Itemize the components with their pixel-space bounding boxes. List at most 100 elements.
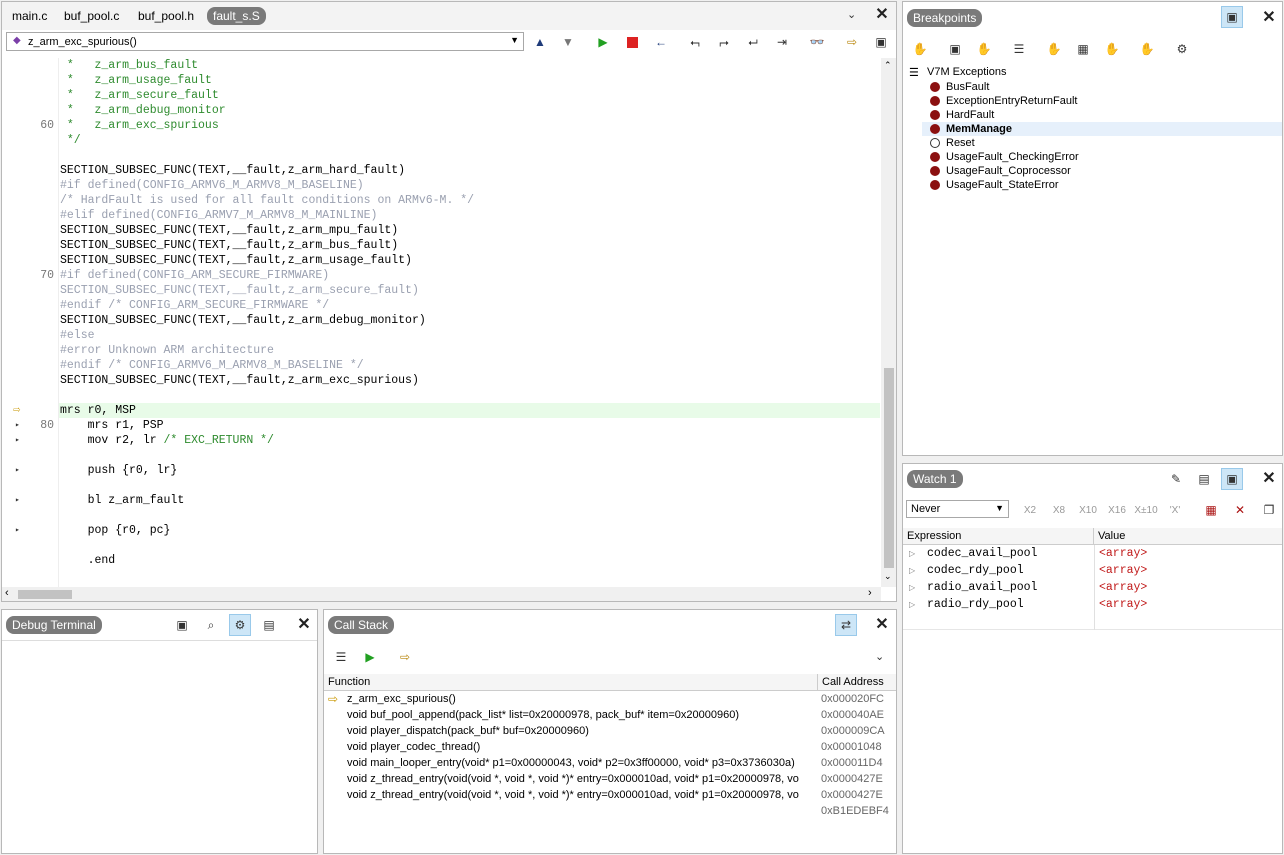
breakpoint-dot-icon[interactable] [930, 180, 940, 190]
editor-vertical-scrollbar[interactable]: ⌃ ⌄ [881, 58, 896, 587]
format-button[interactable]: X8 [1046, 499, 1072, 521]
editor-close-icon[interactable]: ✕ [874, 7, 890, 23]
code-line[interactable]: * z_arm_bus_fault [60, 58, 198, 73]
code-line[interactable]: pop {r0, pc} [60, 523, 171, 538]
bp-disable-icon[interactable]: ✋ [973, 38, 995, 60]
code-line[interactable]: #if defined(CONFIG_ARMV6_M_ARMV8_M_BASEL… [60, 178, 364, 193]
step-out-icon[interactable]: ⮠ [742, 31, 764, 53]
step-into-icon[interactable]: ⮢ [684, 31, 706, 53]
scroll-left-icon[interactable]: ‹ [5, 587, 9, 599]
callstack-goto-icon[interactable]: ⇨ [394, 646, 416, 668]
step-marker-icon[interactable]: ▸ [15, 463, 25, 478]
bp-settings-icon[interactable]: ⚙ [1171, 38, 1193, 60]
breakpoints-pin-icon[interactable]: ▣ [1221, 6, 1243, 28]
bp-properties-icon[interactable]: ☰ [1008, 38, 1030, 60]
expand-arrow-icon[interactable]: ▷ [909, 546, 915, 562]
show-next-statement-icon[interactable]: ⇨ [841, 31, 863, 53]
breakpoint-item[interactable]: HardFault [946, 108, 994, 122]
code-line[interactable]: bl z_arm_fault [60, 493, 185, 508]
scroll-up-icon[interactable]: ⌃ [884, 60, 892, 71]
call-stack-row[interactable]: void main_looper_entry(void* p1=0x000000… [324, 755, 896, 771]
tab-main-c[interactable]: main.c [6, 7, 53, 25]
format-button[interactable]: X±10 [1133, 499, 1159, 521]
code-area[interactable]: * z_arm_bus_fault * z_arm_usage_fault * … [2, 58, 880, 587]
callstack-pin-icon[interactable]: ⇄ [835, 614, 857, 636]
breakpoint-item[interactable]: ExceptionEntryReturnFault [946, 94, 1077, 108]
watch-row[interactable]: ▷ codec_avail_pool <array> [903, 546, 1282, 563]
col-function[interactable]: Function [324, 674, 818, 691]
code-line[interactable]: mov r2, lr /* EXC_RETURN */ [60, 433, 274, 448]
code-line[interactable]: SECTION_SUBSEC_FUNC(TEXT,__fault,z_arm_u… [60, 253, 412, 268]
breakpoint-dot-icon[interactable] [930, 152, 940, 162]
expand-arrow-icon[interactable]: ▷ [909, 563, 915, 579]
format-button[interactable]: X2 [1017, 499, 1043, 521]
watch-row[interactable]: ▷ codec_rdy_pool <array> [903, 563, 1282, 580]
prev-function-icon[interactable]: ▲ [529, 31, 551, 53]
bp-delete-icon[interactable]: ✋ [1043, 38, 1065, 60]
code-line[interactable]: SECTION_SUBSEC_FUNC(TEXT,__fault,z_arm_s… [60, 283, 419, 298]
watch-copy-icon[interactable]: ❐ [1258, 499, 1280, 521]
breakpoint-dot-icon[interactable] [930, 96, 940, 106]
call-stack-row[interactable]: ⇨ z_arm_exc_spurious() 0x000020FC [324, 691, 896, 707]
terminal-log-icon[interactable]: ▤ [258, 614, 280, 636]
code-line[interactable]: SECTION_SUBSEC_FUNC(TEXT,__fault,z_arm_d… [60, 313, 426, 328]
bp-toggle-icon[interactable]: ✋ [1101, 38, 1123, 60]
callstack-properties-icon[interactable]: ☰ [330, 646, 352, 668]
run-to-cursor-icon[interactable]: ⇥ [771, 31, 793, 53]
scroll-right-icon[interactable]: › [868, 587, 872, 599]
run-icon[interactable]: ▶ [592, 31, 614, 53]
col-expression[interactable]: Expression [903, 528, 1094, 545]
scroll-down-icon[interactable]: ⌄ [884, 571, 892, 582]
code-line[interactable]: mrs r1, PSP [60, 418, 164, 433]
breakpoint-item[interactable]: MemManage [946, 122, 1012, 136]
terminal-settings-icon[interactable]: ⚙ [229, 614, 251, 636]
callstack-more-chevron-icon[interactable]: ⌄ [875, 650, 884, 663]
code-line[interactable]: #endif /* CONFIG_ARMV6_M_ARMV8_M_BASELIN… [60, 358, 364, 373]
code-line[interactable]: SECTION_SUBSEC_FUNC(TEXT,__fault,z_arm_e… [60, 373, 419, 388]
tab-fault-s[interactable]: fault_s.S [207, 7, 266, 25]
watch-add-icon[interactable]: ✎ [1165, 468, 1187, 490]
callstack-close-icon[interactable]: ✕ [874, 617, 890, 633]
next-function-icon[interactable]: ▼ [557, 31, 579, 53]
breakpoint-dot-icon[interactable] [930, 138, 940, 148]
hscrollbar-thumb[interactable] [18, 590, 72, 599]
code-line[interactable]: #if defined(CONFIG_ARM_SECURE_FIRMWARE) [60, 268, 329, 283]
tabs-overflow-chevron-icon[interactable]: ⌄ [847, 8, 856, 21]
stop-icon[interactable] [621, 31, 643, 53]
code-line[interactable]: #endif /* CONFIG_ARM_SECURE_FIRMWARE */ [60, 298, 329, 313]
code-line[interactable]: #elif defined(CONFIG_ARMV7_M_ARMV8_M_MAI… [60, 208, 377, 223]
format-button[interactable]: X10 [1075, 499, 1101, 521]
step-marker-icon[interactable]: ▸ [15, 523, 25, 538]
col-call-address[interactable]: Call Address [818, 674, 896, 691]
watch-mode-select[interactable]: Never ▼ [906, 500, 1009, 518]
callstack-run-icon[interactable]: ▶ [359, 646, 381, 668]
tab-buf-pool-c[interactable]: buf_pool.c [58, 7, 125, 25]
code-line[interactable]: mrs r0, MSP [60, 403, 136, 418]
watch-delete-icon[interactable]: ✕ [1229, 499, 1251, 521]
call-stack-row[interactable]: void z_thread_entry(void(void *, void *,… [324, 771, 896, 787]
code-line[interactable]: SECTION_SUBSEC_FUNC(TEXT,__fault,z_arm_b… [60, 238, 398, 253]
step-marker-icon[interactable]: ▸ [15, 493, 25, 508]
breakpoint-item[interactable]: UsageFault_CheckingError [946, 150, 1079, 164]
format-button[interactable]: 'X' [1162, 499, 1188, 521]
bp-hand-icon[interactable]: ✋ [909, 38, 931, 60]
call-stack-row[interactable]: void player_dispatch(pack_buf* buf=0x200… [324, 723, 896, 739]
breakpoint-dot-icon[interactable] [930, 124, 940, 134]
terminal-find-icon[interactable]: ⌕ [200, 614, 222, 636]
code-line[interactable]: * z_arm_secure_fault [60, 88, 219, 103]
bp-group-label[interactable]: V7M Exceptions [927, 66, 1006, 78]
code-line[interactable]: #error Unknown ARM architecture [60, 343, 274, 358]
back-arrow-icon[interactable]: ← [650, 31, 672, 53]
code-line[interactable]: * z_arm_debug_monitor [60, 103, 226, 118]
step-marker-icon[interactable]: ▸ [15, 433, 25, 448]
code-line[interactable]: SECTION_SUBSEC_FUNC(TEXT,__fault,z_arm_h… [60, 163, 405, 178]
code-line[interactable]: SECTION_SUBSEC_FUNC(TEXT,__fault,z_arm_m… [60, 223, 398, 238]
col-value[interactable]: Value [1094, 528, 1282, 545]
glasses-icon[interactable]: 👓 [806, 31, 828, 53]
breakpoint-item[interactable]: Reset [946, 136, 975, 150]
toggle-breakpoint-icon[interactable]: ▣ [870, 31, 892, 53]
breakpoint-item[interactable]: UsageFault_Coprocessor [946, 164, 1071, 178]
call-stack-row[interactable]: void buf_pool_append(pack_list* list=0x2… [324, 707, 896, 723]
bp-new-icon[interactable]: ▣ [944, 38, 966, 60]
code-line[interactable]: * z_arm_exc_spurious [60, 118, 219, 133]
